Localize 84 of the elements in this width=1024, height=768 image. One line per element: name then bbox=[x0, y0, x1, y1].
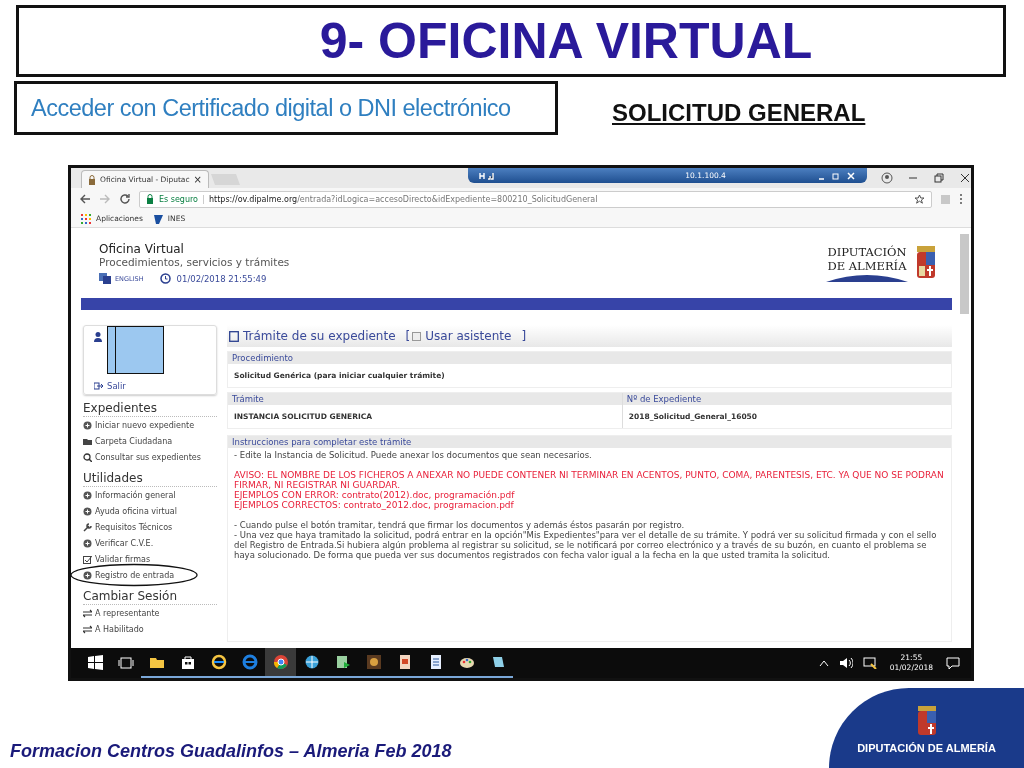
footer-logo-text: DIPUTACIÓN DE ALMERÍA bbox=[857, 742, 996, 754]
tab-close[interactable]: × bbox=[193, 174, 202, 185]
field-label: Procedimiento bbox=[228, 352, 951, 364]
wrench-icon bbox=[83, 522, 92, 532]
site-subtitle: Procedimientos, servicios y trámites bbox=[99, 256, 290, 268]
slide-heading: SOLICITUD GENERAL bbox=[612, 99, 866, 127]
checkbox-icon bbox=[83, 554, 92, 564]
language-icon bbox=[99, 273, 111, 284]
start-icon[interactable] bbox=[86, 655, 103, 671]
clock-icon bbox=[159, 273, 171, 284]
globe-icon[interactable] bbox=[303, 654, 320, 670]
crest-icon bbox=[916, 246, 936, 280]
secure-label: Es seguro bbox=[159, 194, 204, 204]
checkbox[interactable] bbox=[412, 331, 422, 341]
instruction-text: - Cuando pulse el botón tramitar, tendrá que firmar los documentos y además éstos pasarán por registro. bbox=[234, 520, 686, 530]
star-icon[interactable] bbox=[914, 193, 925, 205]
task-view-icon[interactable] bbox=[117, 655, 134, 671]
arc-icon bbox=[826, 272, 908, 282]
section-title: Utilidades bbox=[83, 471, 217, 487]
logo-text: DE ALMERÍA bbox=[827, 258, 907, 273]
menu-icon[interactable] bbox=[959, 193, 963, 205]
warning-text: AVISO: EL NOMBRE DE LOS FICHEROS A ANEXAR NO PUEDE CONTENER NI TERMINAR EN ACENTOS, PUNTO, COMA, PARENTESIS, ETC. YA QUE NO SE PODRAN FIRMAR, NI REGISTRAR NI GUARDAR. bbox=[234, 470, 945, 490]
redaction-box bbox=[107, 326, 164, 374]
restore-icon[interactable] bbox=[933, 172, 945, 184]
folder-icon bbox=[83, 436, 92, 446]
bracket: ] bbox=[521, 329, 527, 343]
warning-text: EJEMPLOS CON ERROR: contrato(2012).doc, programación.pdf bbox=[234, 490, 516, 500]
url-text: https://ov.dipalme.org/entrada?idLogica=accesoDirecto&idExpediente=800210_SolicitudGeneral bbox=[209, 194, 598, 204]
instruction-text: - Una vez que haya tramitado la solicitud, podrá entrar en la opción"Mis Expedientes"para ver el detalle de su trámite. Y podrá ver su solicitud firmada y con el sello del Registro de Entrada.Si hubiera algún problema al registrar su solicitud, se le notificará por correo electrónico y a través de su buzón, en cuanto el problema se haya solucionado. De forma que pueda ver sus documentos registrados con fecha valor igual a la fecha en la que usted tramita la solicitud. bbox=[234, 530, 938, 560]
circle-icon bbox=[83, 506, 92, 516]
warning-text: EJEMPLOS CORRECTOS: contrato_2012.doc, programacion.pdf bbox=[234, 500, 515, 510]
sidebar-link[interactable]: Validar firmas bbox=[83, 551, 217, 567]
window-controls-icon bbox=[817, 170, 857, 181]
apps-grid-icon bbox=[81, 213, 91, 224]
sidebar-link[interactable]: Carpeta Ciudadana bbox=[83, 433, 217, 449]
arrows-icon bbox=[83, 608, 92, 618]
field-label: Trámite bbox=[228, 393, 622, 405]
circle-icon bbox=[83, 420, 92, 430]
sidebar-link[interactable]: A Habilitado bbox=[83, 621, 217, 637]
footer-text: Formacion Centros Guadalinfos – Almeria Feb 2018 bbox=[10, 741, 452, 762]
circle-icon bbox=[83, 490, 92, 500]
store-icon[interactable] bbox=[179, 654, 196, 670]
arrows-icon bbox=[83, 624, 92, 634]
section-title: Expedientes bbox=[83, 401, 217, 417]
logout-icon bbox=[94, 382, 104, 390]
back-icon[interactable] bbox=[79, 193, 91, 205]
sidebar-link[interactable]: Información general bbox=[83, 487, 217, 503]
date-time: 01/02/2018 21:55:49 bbox=[176, 273, 267, 284]
document-icon bbox=[229, 330, 239, 342]
browser-round-icon[interactable] bbox=[272, 654, 289, 670]
bookmark-logo-icon bbox=[152, 213, 163, 224]
lock-icon bbox=[146, 194, 154, 204]
logo-text: DIPUTACIÓN bbox=[827, 244, 907, 259]
field-label: Nº de Expediente bbox=[622, 393, 951, 405]
sidebar-link[interactable]: A representante bbox=[83, 605, 217, 621]
crest-icon bbox=[916, 706, 937, 736]
sidebar-link[interactable]: Iniciar nuevo expediente bbox=[83, 417, 217, 433]
site-title: Oficina Virtual bbox=[99, 242, 185, 256]
field-label: Instrucciones para completar este trámite bbox=[228, 436, 951, 448]
page-heading: Trámite de su expediente bbox=[243, 329, 396, 343]
notification-icon[interactable] bbox=[946, 657, 960, 669]
sidebar-link[interactable]: Registro de entrada bbox=[83, 567, 217, 583]
circle-icon bbox=[83, 538, 92, 548]
subtitle-text: Acceder con Certificado digital o DNI electrónico bbox=[31, 94, 511, 122]
lock-icon bbox=[88, 174, 96, 185]
bracket: [ bbox=[405, 329, 411, 343]
search-icon bbox=[83, 452, 92, 462]
sidebar-link[interactable]: Ayuda oficina virtual bbox=[83, 503, 217, 519]
circle-icon bbox=[83, 570, 92, 580]
logout-link[interactable]: Salir bbox=[94, 381, 208, 391]
checkbox-label[interactable]: Usar asistente bbox=[425, 329, 512, 343]
address-field[interactable]: Es seguro https://ov.dipalme.org/entrada?idLogica=accesoDirecto&idExpediente=800210_SolicitudGeneral bbox=[139, 190, 932, 208]
section-title: Cambiar Sesión bbox=[83, 589, 217, 605]
close-icon[interactable] bbox=[959, 172, 971, 184]
media-icon[interactable] bbox=[334, 654, 351, 670]
chevron-up-icon[interactable] bbox=[818, 659, 829, 667]
speaker-icon[interactable] bbox=[838, 657, 853, 669]
sidebar-link[interactable]: Requisitos Técnicos bbox=[83, 519, 217, 535]
reload-icon[interactable] bbox=[119, 193, 131, 205]
scrollbar[interactable] bbox=[960, 234, 969, 314]
slide-title: 9- OFICINA VIRTUAL bbox=[319, 12, 813, 70]
sidebar-link[interactable]: Consultar sus expedientes bbox=[83, 449, 217, 465]
instruction-text: - Edite la Instancia de Solicitud. Puede anexar los documentos que sean necesarios. bbox=[234, 450, 593, 460]
sidebar-link[interactable]: Verificar C.V.E. bbox=[83, 535, 217, 551]
